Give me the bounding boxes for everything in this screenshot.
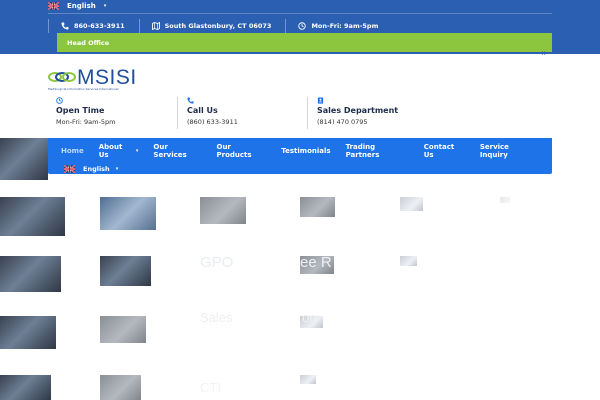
clock-icon: [298, 22, 307, 30]
info-divider: [307, 97, 308, 129]
nav-label: Home: [61, 147, 84, 155]
open-time-block: Open Time Mon-Fri: 9am-5pm: [56, 97, 115, 133]
sales-block[interactable]: Sales Department (814) 470 0795: [317, 97, 398, 133]
nav-label: Trading Partners: [345, 143, 380, 159]
nav-item-our-services[interactable]: Our Services: [153, 143, 201, 159]
page: English ▾ 860-633-3911 South Glastonbury…: [0, 0, 600, 400]
nav-item-home[interactable]: Home: [61, 147, 84, 155]
clock-icon: [56, 97, 63, 104]
nav-item-contact-us[interactable]: Contact Us: [424, 143, 465, 159]
open-time-value: Mon-Fri: 9am-5pm: [56, 118, 116, 126]
nav-label: Testimonials: [281, 147, 331, 155]
hero-image-fragment: [200, 197, 246, 224]
hero-image-fragment: [400, 256, 417, 266]
address-item: South Glastonbury, CT 06073: [138, 19, 286, 33]
site-logo[interactable]: MSISI MedSurgical Information Services I…: [48, 66, 136, 94]
hero-heading-fragment: GPO: [200, 254, 234, 271]
hours-item: Mon-Fri: 9am-5pm: [285, 19, 392, 33]
hours-text: Mon-Fri: 9am-5pm: [311, 22, 379, 30]
uk-flag-icon: [48, 1, 59, 10]
nav-label: Contact Us: [423, 143, 455, 159]
chevron-down-icon: ▾: [115, 166, 119, 172]
address-text: South Glastonbury, CT 06073: [164, 22, 272, 30]
chevron-down-icon: ▾: [135, 148, 139, 154]
hero-image-fragment: [300, 197, 335, 217]
sales-title: Sales Department: [317, 106, 399, 115]
uk-flag-icon: [64, 165, 75, 173]
call-us-title: Call Us: [187, 106, 218, 115]
main-navigation: Home About Us ▾ Our Services Our Products…: [48, 138, 552, 174]
hero-image-fragment: [0, 138, 48, 180]
language-label: English: [67, 1, 96, 10]
hero-image-fragment: [100, 197, 156, 230]
phone-icon: [187, 97, 194, 104]
hero-subheading-fragment: on: [302, 310, 317, 325]
language-label: English: [83, 165, 110, 173]
nav-items: Home About Us ▾ Our Services Our Products…: [61, 138, 552, 164]
nav-item-trading-partners[interactable]: Trading Partners: [346, 143, 409, 159]
nav-item-about-us[interactable]: About Us ▾: [99, 143, 139, 159]
head-office-bar[interactable]: Head Office ×: [57, 33, 552, 57]
logo-tagline: MedSurgical Information Services Interna…: [48, 87, 119, 91]
hero-image-fragment: [100, 375, 141, 400]
hero-image-fragment: [0, 375, 51, 400]
head-office-label: Head Office: [67, 38, 110, 47]
chevron-down-icon: ▾: [103, 2, 107, 9]
hero-image-fragment: [500, 197, 510, 203]
language-selector-nav[interactable]: English ▾: [64, 164, 118, 174]
phone-item[interactable]: 860-633-3911: [48, 19, 139, 33]
phone-icon: [61, 22, 69, 30]
nav-label: About Us: [98, 143, 123, 159]
hero-image-fragment: [100, 316, 146, 343]
nav-label: Our Products: [216, 143, 252, 159]
info-divider: [177, 97, 178, 129]
sales-value: (814) 470 0795: [317, 118, 368, 126]
hero-image-fragment: [0, 256, 61, 292]
phone-number: 860-633-3911: [74, 22, 125, 30]
close-icon[interactable]: ×: [541, 50, 546, 57]
hero-text-fragment: CTI: [200, 380, 221, 395]
language-selector-top[interactable]: English ▾: [48, 0, 106, 11]
logo-rings-icon: [48, 72, 76, 82]
hero-image-fragment: [0, 316, 56, 349]
nav-item-testimonials[interactable]: Testimonials: [281, 147, 330, 155]
call-us-value: (860) 633-3911: [187, 118, 238, 126]
call-us-block[interactable]: Call Us (860) 633-3911: [187, 97, 238, 133]
nav-item-service-inquiry[interactable]: Service Inquiry: [480, 143, 537, 159]
hero-image-fragment: [100, 256, 151, 286]
id-card-icon: [317, 97, 324, 104]
top-divider: [48, 13, 552, 14]
hero-image-fragment: [400, 197, 423, 211]
nav-label: Our Services: [153, 143, 187, 159]
hero-subheading-fragment: Sales: [200, 310, 233, 325]
nav-label: Service Inquiry: [479, 143, 509, 159]
map-icon: [151, 22, 160, 30]
top-bar: English ▾ 860-633-3911 South Glastonbury…: [0, 0, 600, 57]
open-time-title: Open Time: [56, 106, 105, 115]
nav-item-our-products[interactable]: Our Products: [217, 143, 267, 159]
hero-image-fragment: [300, 375, 316, 384]
hero-image-fragment: [0, 197, 65, 236]
hero-heading-fragment: ee R: [300, 254, 332, 271]
